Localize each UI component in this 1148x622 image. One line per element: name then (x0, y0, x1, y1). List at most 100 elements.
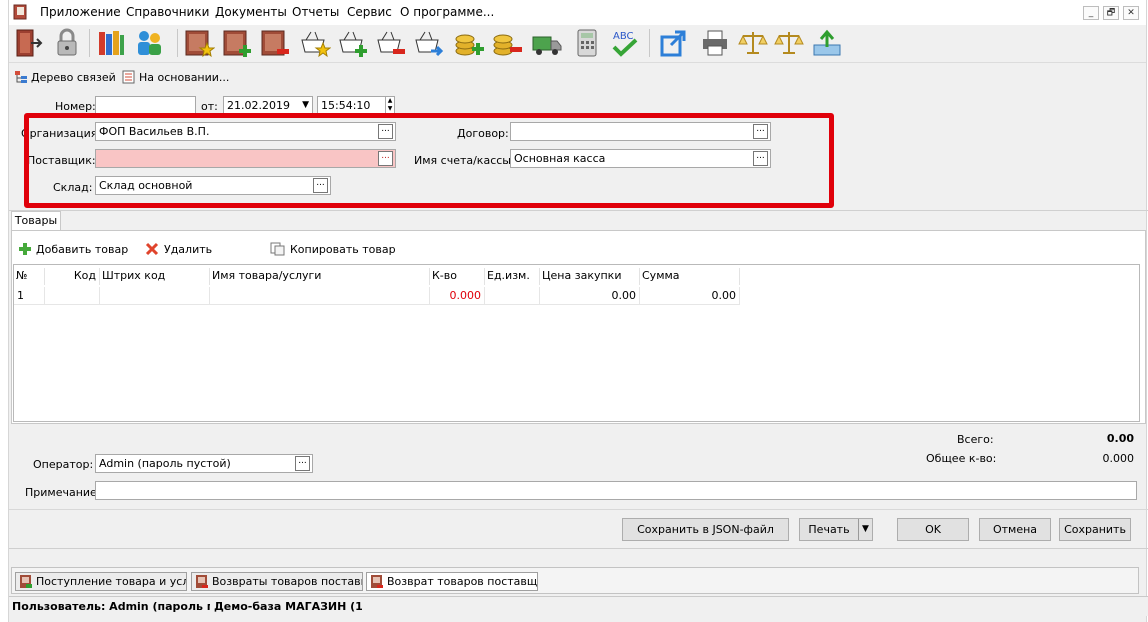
export-icon[interactable] (657, 27, 689, 59)
delete-icon (145, 242, 159, 256)
cell-name[interactable] (210, 287, 430, 305)
cell-price[interactable]: 0.00 (540, 287, 640, 305)
based-on-button[interactable]: На основании... (139, 71, 229, 84)
menu-about[interactable]: О программе... (400, 5, 494, 19)
cell-code[interactable] (45, 287, 100, 305)
lock-icon[interactable] (51, 27, 83, 59)
menu-references[interactable]: Справочники (126, 5, 209, 19)
add-goods-button[interactable]: Добавить товар (36, 243, 128, 256)
spellcheck-icon[interactable]: ABC (609, 27, 641, 59)
users-icon[interactable] (133, 27, 165, 59)
chevron-down-icon[interactable]: ▼ (302, 97, 309, 114)
tab-bar-line (9, 210, 1148, 211)
column-price[interactable]: Цена закупки (540, 268, 640, 285)
coins-add-icon[interactable] (453, 27, 485, 59)
calculator-icon[interactable] (571, 27, 603, 59)
exit-door-icon[interactable] (13, 27, 45, 59)
delete-goods-button[interactable]: Удалить (164, 243, 212, 256)
based-on-icon (122, 70, 135, 84)
total-label: Всего: (957, 433, 994, 446)
column-sum[interactable]: Сумма (640, 268, 740, 285)
table-row[interactable]: 1 0.000 0.00 0.00 (14, 287, 740, 305)
note-field[interactable] (95, 481, 1137, 500)
upload-tray-icon[interactable] (811, 27, 843, 59)
minimize-button[interactable]: _ (1083, 6, 1099, 20)
document-add-icon[interactable] (221, 27, 253, 59)
cancel-button[interactable]: Отмена (979, 518, 1051, 541)
cell-number[interactable]: 1 (14, 287, 45, 305)
status-user: Пользователь: Admin (пароль пусто (12, 600, 210, 613)
toolbar-separator (177, 29, 178, 57)
status-database: Демо-база МАГАЗИН (19.0 (214, 600, 362, 613)
scales-icon[interactable] (773, 27, 805, 59)
document-icon (371, 575, 383, 588)
task-tab-return-active[interactable]: Возврат товаров поставщику (366, 572, 538, 591)
total-qty-label: Общее к-во: (926, 452, 997, 465)
menu-app[interactable]: Приложение (40, 5, 121, 19)
menu-service[interactable]: Сервис (347, 5, 392, 19)
save-json-button[interactable]: Сохранить в JSON-файл (622, 518, 789, 541)
column-qty[interactable]: К-во (430, 268, 485, 285)
number-label: Номер: (55, 100, 96, 113)
print-button[interactable]: Печать ▼ (799, 518, 873, 541)
basket-remove-icon[interactable] (375, 27, 407, 59)
document-icon (196, 575, 208, 588)
cell-qty[interactable]: 0.000 (430, 287, 485, 305)
copy-goods-button[interactable]: Копировать товар (290, 243, 396, 256)
add-icon (19, 243, 31, 255)
coins-remove-icon[interactable] (491, 27, 523, 59)
menu-documents[interactable]: Документы (215, 5, 287, 19)
document-remove-icon[interactable] (259, 27, 291, 59)
operator-value: Admin (пароль пустой) (99, 457, 231, 470)
toolbar-separator (649, 29, 650, 57)
toolbar-separator (89, 29, 90, 57)
column-number[interactable]: № (14, 268, 45, 285)
total-value: 0.00 (1106, 432, 1134, 445)
chevron-down-icon[interactable]: ▼ (858, 519, 872, 540)
document-star-icon[interactable] (183, 27, 215, 59)
operator-select-button[interactable]: ... (295, 456, 310, 471)
close-button[interactable]: ✕ (1123, 6, 1139, 20)
basket-arrow-icon[interactable] (413, 27, 445, 59)
column-name[interactable]: Имя товара/услуги (210, 268, 430, 285)
column-unit[interactable]: Ед.изм. (485, 268, 540, 285)
scales-icon[interactable] (737, 27, 769, 59)
ledger-icon (13, 4, 27, 20)
operator-label: Оператор: (33, 458, 94, 471)
relations-tree-button[interactable]: Дерево связей (31, 71, 116, 84)
date-value: 21.02.2019 (227, 99, 290, 112)
main-window: Приложение Справочники Документы Отчеты … (8, 0, 1148, 622)
menu-bar: Приложение Справочники Документы Отчеты … (9, 0, 1146, 25)
divider (9, 548, 1148, 549)
basket-add-icon[interactable] (337, 27, 369, 59)
cell-unit[interactable] (485, 287, 540, 305)
restore-button[interactable]: 🗗 (1103, 6, 1119, 20)
note-label: Примечание: (25, 486, 101, 499)
printer-icon[interactable] (699, 27, 731, 59)
column-barcode[interactable]: Штрих код (100, 268, 210, 285)
task-tab-returns[interactable]: Возвраты товаров поставщик (191, 572, 363, 591)
menu-reports[interactable]: Отчеты (292, 5, 339, 19)
task-tab-label: Поступление товара и услуг (36, 575, 187, 588)
date-label: от: (201, 100, 218, 113)
total-qty-value: 0.000 (1102, 452, 1135, 465)
ok-button[interactable]: OK (897, 518, 969, 541)
cell-sum[interactable]: 0.00 (640, 287, 740, 305)
svg-text:ABC: ABC (613, 31, 634, 42)
highlight-frame (24, 113, 834, 208)
goods-table: № Код Штрих код Имя товара/услуги К-во Е… (13, 264, 1140, 422)
cell-barcode[interactable] (100, 287, 210, 305)
operator-field[interactable]: Admin (пароль пустой) ... (95, 454, 313, 473)
task-tab-label: Возвраты товаров поставщик (212, 575, 362, 588)
time-spinner[interactable]: ▲ ▼ (385, 97, 394, 114)
delivery-truck-icon[interactable] (531, 27, 563, 59)
print-label: Печать (808, 523, 850, 536)
task-tab-receipt[interactable]: Поступление товара и услуг (15, 572, 187, 591)
basket-star-icon[interactable] (299, 27, 331, 59)
tab-goods[interactable]: Товары (11, 211, 61, 231)
books-icon[interactable] (95, 27, 127, 59)
column-code[interactable]: Код (45, 268, 100, 285)
save-button[interactable]: Сохранить (1059, 518, 1131, 541)
task-tab-label: Возврат товаров поставщику (387, 575, 538, 588)
copy-icon (270, 242, 285, 256)
